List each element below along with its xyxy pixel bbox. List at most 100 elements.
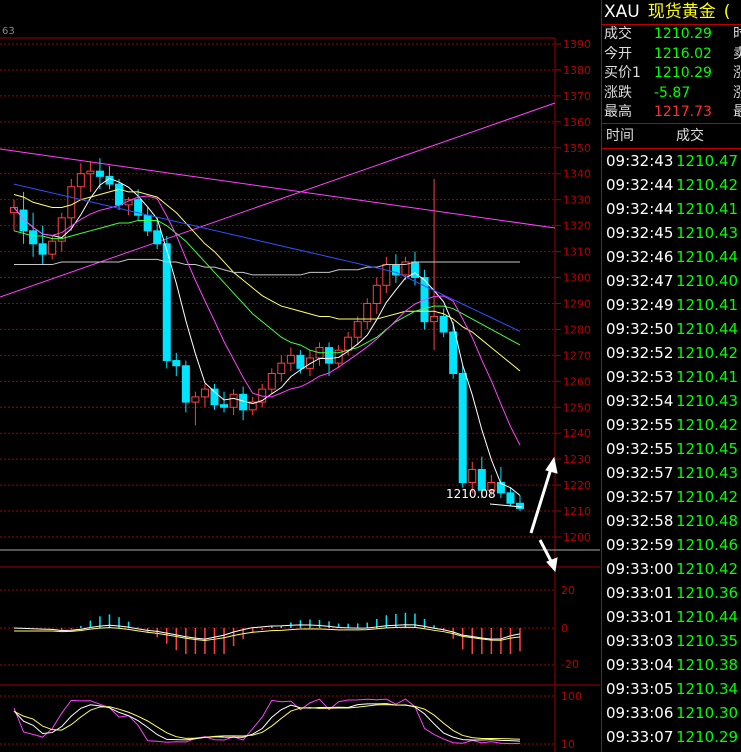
candle-body bbox=[67, 186, 76, 219]
moving-average-line bbox=[14, 258, 520, 276]
quote-label: 买价1 bbox=[604, 65, 641, 81]
candle-body bbox=[86, 170, 95, 175]
candle-body bbox=[372, 284, 381, 304]
tick-time: 09:32:57 bbox=[606, 487, 674, 506]
tick-row[interactable]: 09:32:46 1210.44 bbox=[602, 245, 741, 269]
candle-body bbox=[48, 240, 57, 255]
quote-label: 涨跌 bbox=[604, 84, 632, 101]
symbol-code[interactable]: XAU bbox=[604, 2, 640, 22]
tick-time: 09:32:54 bbox=[606, 391, 674, 410]
tick-price: 1210.42 bbox=[676, 343, 739, 362]
quote-value: 1210.29 bbox=[654, 65, 712, 81]
candlestick-chart[interactable]: 1390 1380 1370 1360 1350 1340 1330 1320 1310 1300… bbox=[0, 0, 600, 752]
tick-price: 1210.35 bbox=[676, 631, 739, 650]
price-tick-label: 1280 bbox=[563, 323, 591, 336]
tick-list[interactable]: 09:32:43 1210.47 09:32:44 1210.42 09:32:44 12… bbox=[602, 149, 741, 749]
symbol-extra: ( bbox=[723, 2, 731, 22]
tick-row[interactable]: 09:32:57 1210.43 bbox=[602, 461, 741, 485]
quote-rows: 成交1210.29时今开1216.02卖买价11210.29涨涨跌-5.87涨最… bbox=[602, 25, 741, 123]
tick-row[interactable]: 09:32:47 1210.40 bbox=[602, 269, 741, 293]
quote-row: 最高 1217.73 最 bbox=[602, 103, 741, 123]
tick-time: 09:32:47 bbox=[606, 271, 674, 290]
quote-panel: XAU 现货黄金 ( 成交 1210.29 时今开 1216.02 卖买价1 1210.29 涨… bbox=[601, 0, 741, 752]
price-tick-label: 1360 bbox=[563, 116, 591, 129]
macd-axis-label: 20 bbox=[561, 584, 575, 597]
tick-time: 09:33:01 bbox=[606, 583, 674, 602]
candle-body bbox=[76, 173, 85, 188]
tick-row[interactable]: 09:32:57 1210.42 bbox=[602, 485, 741, 509]
candle-body bbox=[286, 354, 295, 364]
quote-row: 成交 1210.29 时 bbox=[602, 25, 741, 45]
tick-row[interactable]: 09:32:50 1210.44 bbox=[602, 317, 741, 341]
tick-time: 09:32:45 bbox=[606, 223, 674, 242]
candle-body bbox=[229, 393, 238, 408]
tick-row[interactable]: 09:33:01 1210.44 bbox=[602, 605, 741, 629]
price-tick-label: 1230 bbox=[563, 453, 591, 466]
tick-price: 1210.29 bbox=[676, 727, 739, 746]
candle-body bbox=[468, 469, 477, 484]
tick-row[interactable]: 09:32:44 1210.42 bbox=[602, 173, 741, 197]
tick-price: 1210.41 bbox=[676, 367, 739, 386]
corner-label: 63 bbox=[2, 26, 15, 37]
tick-row[interactable]: 09:32:45 1210.43 bbox=[602, 221, 741, 245]
tick-row[interactable]: 09:33:03 1210.35 bbox=[602, 629, 741, 653]
tick-row[interactable]: 09:33:07 1210.29 bbox=[602, 725, 741, 749]
tick-price: 1210.42 bbox=[676, 175, 739, 194]
tick-price: 1210.41 bbox=[676, 295, 739, 314]
quote-label: 成交 bbox=[604, 26, 632, 42]
tick-time: 09:33:01 bbox=[606, 607, 674, 626]
candle-body bbox=[95, 170, 104, 177]
tick-time: 09:32:44 bbox=[606, 175, 674, 194]
quote-row: 买价1 1210.29 涨 bbox=[602, 64, 741, 84]
tick-row[interactable]: 09:32:49 1210.41 bbox=[602, 293, 741, 317]
moving-average-line bbox=[13, 188, 521, 372]
tick-price: 1210.45 bbox=[676, 439, 739, 458]
tick-price: 1210.34 bbox=[676, 679, 739, 698]
tick-time: 09:33:00 bbox=[606, 559, 674, 578]
tick-time: 09:32:57 bbox=[606, 463, 674, 482]
arrow-up-shaft bbox=[529, 461, 555, 534]
quote-value: 1217.73 bbox=[654, 104, 712, 120]
tick-time: 09:32:52 bbox=[606, 343, 674, 362]
tick-time: 09:33:07 bbox=[606, 727, 674, 746]
tick-row[interactable]: 09:33:04 1210.38 bbox=[602, 653, 741, 677]
candle-body bbox=[200, 388, 209, 398]
tick-row[interactable]: 09:33:00 1210.42 bbox=[602, 557, 741, 581]
quote-label: 最高 bbox=[604, 104, 632, 120]
kdj-d-line bbox=[13, 704, 521, 740]
tick-row[interactable]: 09:32:52 1210.42 bbox=[602, 341, 741, 365]
tick-table-header: 时间 成交 bbox=[602, 124, 741, 148]
candle-body bbox=[430, 315, 439, 323]
tick-price: 1210.42 bbox=[676, 415, 739, 434]
candle-body bbox=[153, 230, 162, 245]
tick-time: 09:32:43 bbox=[606, 151, 674, 170]
kdj-axis-label: 100 bbox=[561, 690, 582, 703]
tick-price: 1210.48 bbox=[676, 511, 739, 530]
quote-header: XAU 现货黄金 ( bbox=[602, 0, 741, 24]
tick-row[interactable]: 09:32:55 1210.45 bbox=[602, 437, 741, 461]
tick-row[interactable]: 09:32:43 1210.47 bbox=[602, 149, 741, 173]
tick-row[interactable]: 09:32:44 1210.41 bbox=[602, 197, 741, 221]
tick-row[interactable]: 09:32:54 1210.43 bbox=[602, 389, 741, 413]
tick-price: 1210.43 bbox=[676, 463, 739, 482]
tick-time: 09:33:03 bbox=[606, 631, 674, 650]
quote-label-secondary: 时 bbox=[733, 25, 741, 45]
tick-price: 1210.47 bbox=[676, 151, 739, 170]
tick-row[interactable]: 09:32:59 1210.46 bbox=[602, 533, 741, 557]
candle-body bbox=[191, 396, 200, 403]
price-tick-label: 1260 bbox=[563, 375, 591, 388]
tick-price: 1210.30 bbox=[676, 703, 739, 722]
price-tick-label: 1310 bbox=[563, 246, 591, 259]
kdj-axis-label: 10 bbox=[561, 738, 575, 751]
last-price-label: 1210.08 bbox=[446, 487, 496, 501]
quote-label-secondary: 涨 bbox=[733, 64, 741, 84]
tick-row[interactable]: 09:32:55 1210.42 bbox=[602, 413, 741, 437]
tick-row[interactable]: 09:33:06 1210.30 bbox=[602, 701, 741, 725]
chart-canvas[interactable]: 1390 1380 1370 1360 1350 1340 1330 1320 1310 1300… bbox=[0, 0, 600, 752]
tick-row[interactable]: 09:33:01 1210.36 bbox=[602, 581, 741, 605]
tick-row[interactable]: 09:32:58 1210.48 bbox=[602, 509, 741, 533]
tick-row[interactable]: 09:33:05 1210.34 bbox=[602, 677, 741, 701]
tick-time: 09:32:55 bbox=[606, 415, 674, 434]
candle-body bbox=[220, 404, 229, 408]
tick-row[interactable]: 09:32:53 1210.41 bbox=[602, 365, 741, 389]
